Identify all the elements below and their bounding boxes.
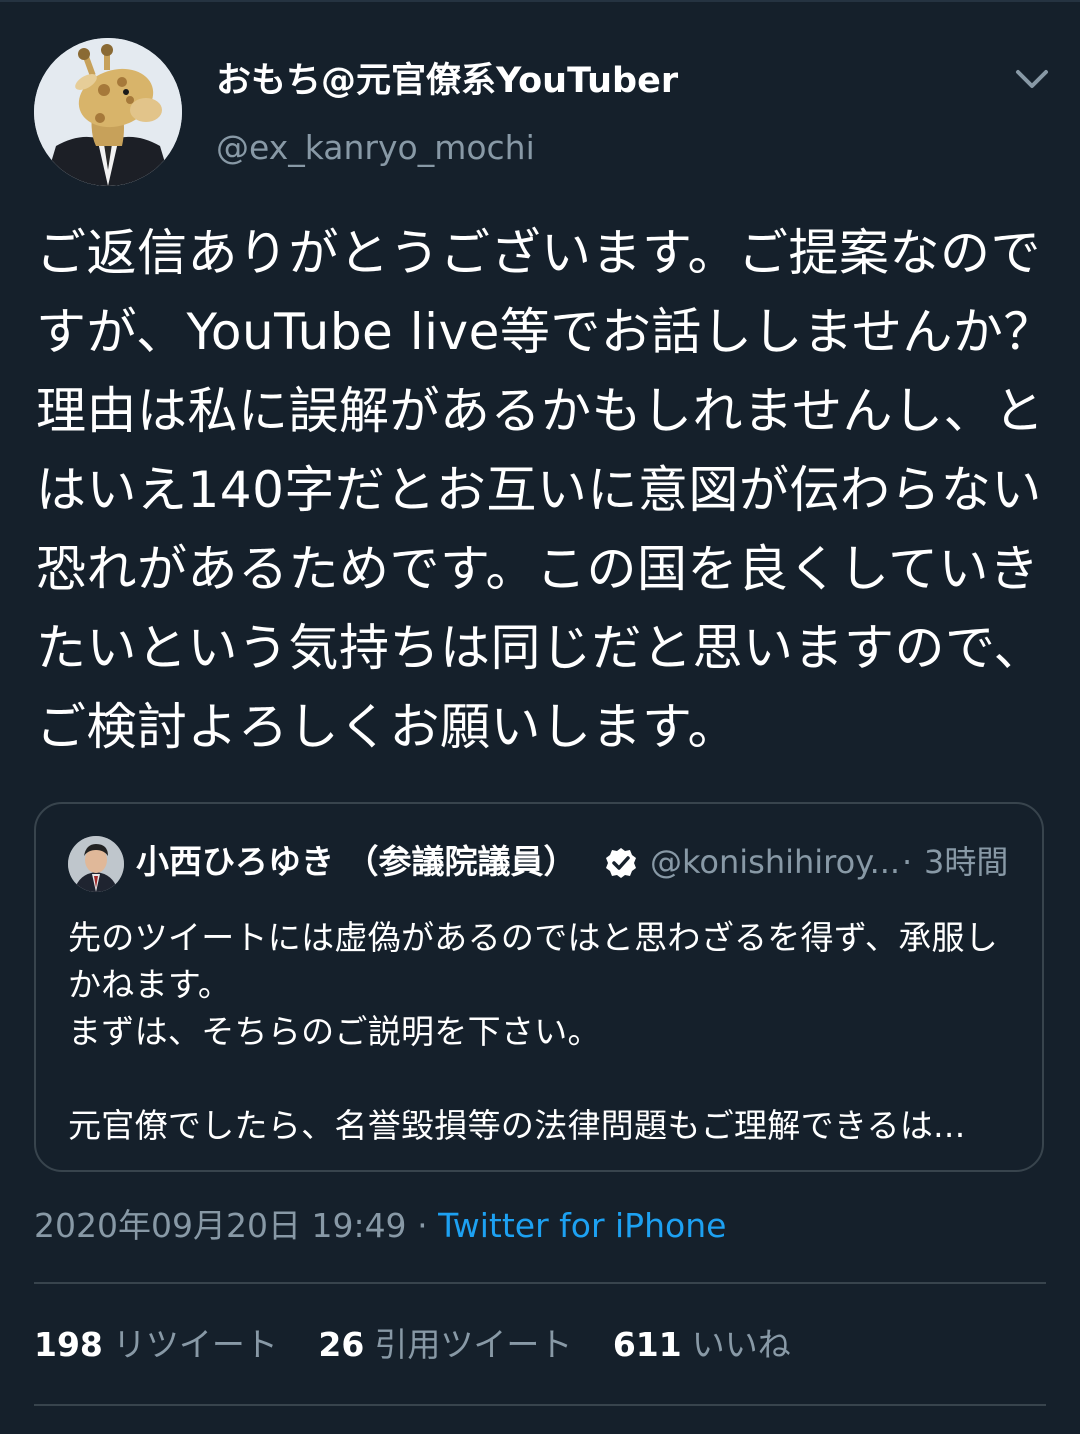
chevron-down-icon[interactable] (1010, 62, 1054, 98)
like-count[interactable]: 611 いいね (613, 1320, 791, 1370)
quoted-tweet-text: 先のツイートには虚偽があるのではと思わざるを得ず、承服しかねます。 まずは、そち… (68, 918, 999, 1145)
quote-label: 引用ツイート (374, 1325, 573, 1364)
like-number: 611 (612, 1325, 682, 1364)
like-label: いいね (691, 1325, 791, 1364)
tweet-timestamp: 2020年09月20日 19:49 (34, 1206, 407, 1245)
quoted-separator: · (902, 843, 913, 881)
tweet-text: ご返信ありがとうございます。ご提案なのですが、YouTube live等でお話し… (36, 224, 1054, 756)
quoted-tweet[interactable]: 小西ひろゆき （参議院議員） @konishihiroy... · 3時間 先の… (34, 802, 1044, 1172)
giraffe-avatar-image (34, 38, 182, 186)
quote-count[interactable]: 26 引用ツイート (318, 1320, 572, 1370)
tweet-detail: おもち@元官僚系YouTuber @ex_kanryo_mochi ご返信ありが… (0, 0, 1080, 1434)
quoted-author-avatar (68, 836, 124, 892)
person-avatar-image (68, 836, 124, 892)
quote-number: 26 (318, 1325, 365, 1364)
quoted-author-name: 小西ひろゆき （参議院議員） (136, 842, 577, 881)
meta-separator: · (417, 1206, 428, 1245)
divider-top (34, 1282, 1046, 1284)
author-avatar[interactable] (34, 38, 182, 186)
quoted-author-handle: @konishihiroy... (650, 843, 901, 881)
author-handle[interactable]: @ex_kanryo_mochi (216, 126, 535, 170)
retweet-label: リツイート (112, 1325, 278, 1364)
divider-bottom (34, 1404, 1046, 1406)
verified-badge-icon (604, 846, 638, 880)
retweet-number: 198 (34, 1325, 103, 1364)
quoted-timestamp: 3時間 (924, 843, 1009, 881)
engagement-stats: 198 リツイート 26 引用ツイート 611 いいね (34, 1320, 821, 1370)
tweet-meta: 2020年09月20日 19:49 · Twitter for iPhone (34, 1202, 726, 1250)
retweet-count[interactable]: 198 リツイート (34, 1320, 278, 1370)
author-name[interactable]: おもち@元官僚系YouTuber (216, 58, 678, 104)
tweet-source-link[interactable]: Twitter for iPhone (438, 1206, 726, 1245)
